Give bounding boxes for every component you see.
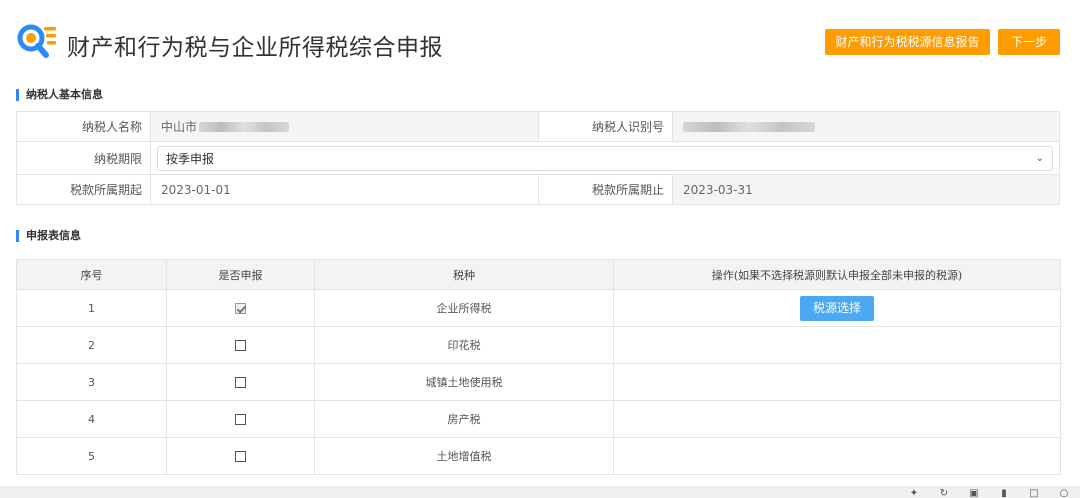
declaration-table: 序号 是否申报 税种 操作(如果不选择税源则默认申报全部未申报的税源) 1 企业… — [16, 259, 1061, 475]
col-declare: 是否申报 — [166, 259, 315, 290]
declaration-section-title: 申报表信息 — [16, 230, 81, 242]
col-no: 序号 — [16, 259, 167, 290]
refresh-icon[interactable]: ↻ — [938, 489, 950, 498]
taxpayer-id-value — [673, 112, 1060, 141]
page-header: 财产和行为税与企业所得税综合申报 财产和行为税税源信息报告 下一步 — [0, 0, 1080, 80]
row-action — [613, 363, 1061, 401]
delete-icon[interactable]: ▣ — [968, 489, 980, 498]
row-action — [613, 326, 1061, 364]
share-icon[interactable]: ✦ — [908, 489, 920, 498]
row-action — [613, 437, 1061, 475]
basic-info-grid: 纳税人名称 中山市 纳税人识别号 纳税期限 按季申报 ⌄ 税款所属期起 2023… — [16, 111, 1060, 205]
chevron-down-icon: ⌄ — [1035, 152, 1044, 164]
taxpayer-name-text: 中山市 — [161, 120, 198, 134]
period-start-value: 2023-01-01 — [151, 175, 539, 204]
page-title: 财产和行为税与企业所得税综合申报 — [67, 35, 443, 61]
taxpayer-name-value: 中山市 — [151, 112, 539, 141]
tax-period-label: 纳税期限 — [17, 142, 151, 174]
row-no: 3 — [16, 363, 167, 401]
table-row: 1 企业所得税 税源选择 — [16, 289, 1061, 327]
table-row: 4 房产税 — [16, 400, 1061, 438]
tax-period-cell: 按季申报 ⌄ — [151, 142, 1060, 174]
row-tax: 房产税 — [314, 400, 614, 438]
stats-icon[interactable]: ▮ — [998, 489, 1010, 498]
tax-period-select[interactable]: 按季申报 ⌄ — [157, 145, 1053, 171]
next-step-button[interactable]: 下一步 — [998, 29, 1060, 55]
table-header-row: 序号 是否申报 税种 操作(如果不选择税源则默认申报全部未申报的税源) — [16, 259, 1061, 290]
search-doc-icon — [17, 24, 56, 58]
row-tax: 土地增值税 — [314, 437, 614, 475]
row-no: 4 — [16, 400, 167, 438]
row-tax: 印花税 — [314, 326, 614, 364]
basic-info-section-title: 纳税人基本信息 — [16, 89, 103, 101]
table-row: 5 土地增值税 — [16, 437, 1061, 475]
col-action: 操作(如果不选择税源则默认申报全部未申报的税源) — [613, 259, 1061, 290]
row-no: 5 — [16, 437, 167, 475]
row-action — [613, 400, 1061, 438]
checkbox-icon[interactable] — [235, 414, 246, 425]
row-no: 2 — [16, 326, 167, 364]
tax-source-report-button[interactable]: 财产和行为税税源信息报告 — [825, 29, 990, 55]
search-icon[interactable]: ○ — [1058, 489, 1070, 498]
checkbox-icon[interactable] — [235, 451, 246, 462]
info-row-name: 纳税人名称 中山市 纳税人识别号 — [17, 112, 1060, 142]
info-row-dates: 税款所属期起 2023-01-01 税款所属期止 2023-03-31 — [17, 175, 1060, 205]
toolbar-icons: ✦ ↻ ▣ ▮ □ ○ — [908, 489, 1070, 498]
tax-source-select-button[interactable]: 税源选择 — [800, 295, 874, 321]
taxpayer-name-label: 纳税人名称 — [17, 112, 151, 141]
taxpayer-id-label: 纳税人识别号 — [539, 112, 673, 141]
table-row: 3 城镇土地使用税 — [16, 363, 1061, 401]
redacted-name — [199, 121, 290, 132]
row-tax: 企业所得税 — [314, 289, 614, 327]
row-tax: 城镇土地使用税 — [314, 363, 614, 401]
redacted-id — [683, 121, 815, 132]
info-row-period: 纳税期限 按季申报 ⌄ — [17, 142, 1060, 175]
checkbox-icon[interactable] — [235, 340, 246, 351]
col-tax-type: 税种 — [314, 259, 614, 290]
row-no: 1 — [16, 289, 167, 327]
period-start-label: 税款所属期起 — [17, 175, 151, 204]
table-row: 2 印花税 — [16, 326, 1061, 364]
checkbox-icon[interactable] — [235, 377, 246, 388]
period-end-label: 税款所属期止 — [539, 175, 673, 204]
period-end-value: 2023-03-31 — [673, 175, 1060, 204]
checkbox-icon[interactable] — [235, 303, 246, 314]
copy-icon[interactable]: □ — [1028, 489, 1040, 498]
tax-period-value: 按季申报 — [166, 151, 215, 166]
